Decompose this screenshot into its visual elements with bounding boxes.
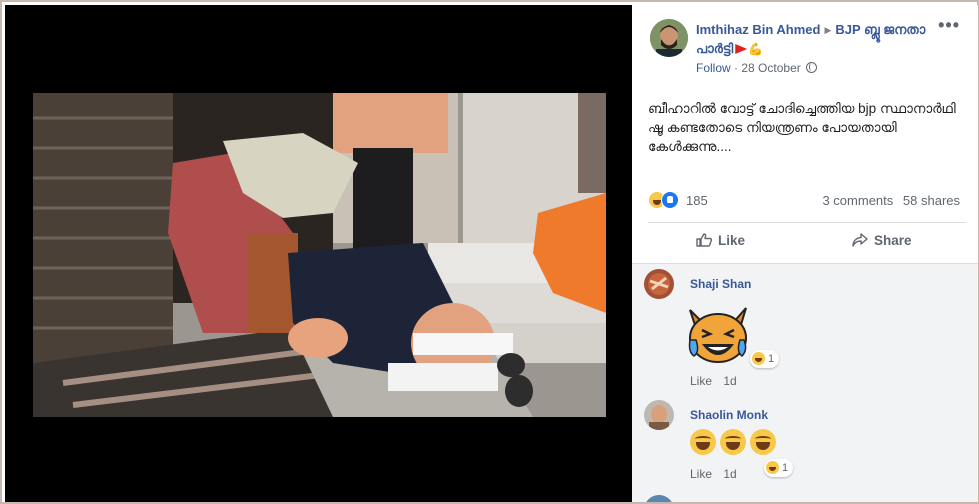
commenter-name[interactable]: Shaji Shan (690, 277, 751, 291)
share-button[interactable]: Share (852, 233, 912, 248)
comment-reaction-badge[interactable]: 1 (764, 459, 794, 477)
more-options-button[interactable]: ••• (938, 15, 960, 36)
post-author-line: Imthihaz Bin Ahmed ▶ BJP ബ്ലൂ ജനതാ പാർട്ടി… (696, 21, 936, 58)
laughing-cat-sticker (682, 300, 754, 370)
commenter-avatar[interactable] (644, 400, 674, 430)
comment-like-link[interactable]: Like (690, 467, 712, 481)
comment-time[interactable]: 1d (723, 374, 736, 388)
comment-like-link[interactable]: Like (690, 374, 712, 388)
comments-count-link[interactable]: 3 comments (822, 193, 893, 208)
like-reaction-icon (661, 191, 679, 209)
post-meta: Follow · 28 October (696, 61, 818, 75)
author-avatar-image (650, 19, 688, 57)
saffron-flag-icon (735, 44, 748, 54)
commenter-avatar-image (644, 400, 674, 430)
tears-of-joy-emoji-icon (750, 429, 776, 455)
post-text: ബീഹാറിൽ വോട്ട് ചോദിച്ചെത്തിയ bjp സ്ഥാനാർ… (648, 101, 956, 154)
comment-reaction-count: 1 (768, 353, 775, 365)
engagement-counts: 3 comments 58 shares (822, 193, 960, 208)
share-arrow-icon (852, 233, 868, 247)
post-photo[interactable] (33, 93, 606, 417)
commenter-avatar[interactable] (644, 269, 674, 299)
photo-illustration (33, 93, 606, 417)
comment-meta: Like 1d (690, 467, 737, 481)
haha-reaction-icon (752, 352, 765, 365)
like-button[interactable]: Like (696, 233, 745, 248)
laughing-cat-sticker-image (688, 307, 747, 363)
shares-count-link[interactable]: 58 shares (903, 193, 960, 208)
author-name[interactable]: Imthihaz Bin Ahmed (696, 22, 820, 37)
comment-meta: Like 1d (690, 374, 737, 388)
shared-to-arrow-icon: ▶ (824, 25, 832, 35)
commenter-avatar-image (644, 269, 674, 299)
follow-link[interactable]: Follow (696, 61, 731, 75)
post-viewer-frame: Imthihaz Bin Ahmed ▶ BJP ബ്ലൂ ജനതാ പാർട്ടി… (0, 0, 979, 504)
thumbs-up-icon (696, 233, 712, 247)
reaction-count: 185 (686, 193, 708, 208)
post-actions: Like Share (648, 229, 966, 257)
author-avatar[interactable] (650, 19, 688, 57)
post-details-panel: Imthihaz Bin Ahmed ▶ BJP ബ്ലൂ ജനതാ പാർട്ടി… (632, 5, 978, 502)
post-date[interactable]: 28 October (741, 61, 800, 75)
comment-reaction-badge[interactable]: 1 (750, 350, 780, 368)
flexed-arm-icon: 💪 (748, 42, 764, 56)
globe-icon (806, 62, 818, 73)
haha-reaction-icon (766, 461, 779, 474)
comment-reaction-count: 1 (782, 462, 789, 474)
tears-of-joy-emoji-icon (690, 429, 716, 455)
comment-time[interactable]: 1d (723, 467, 736, 481)
commenter-name[interactable]: Shaolin Monk (690, 408, 768, 422)
like-label: Like (718, 233, 746, 248)
divider (648, 222, 966, 223)
tears-of-joy-emoji-icon (720, 429, 746, 455)
media-viewer[interactable] (5, 5, 632, 502)
share-label: Share (874, 233, 912, 248)
